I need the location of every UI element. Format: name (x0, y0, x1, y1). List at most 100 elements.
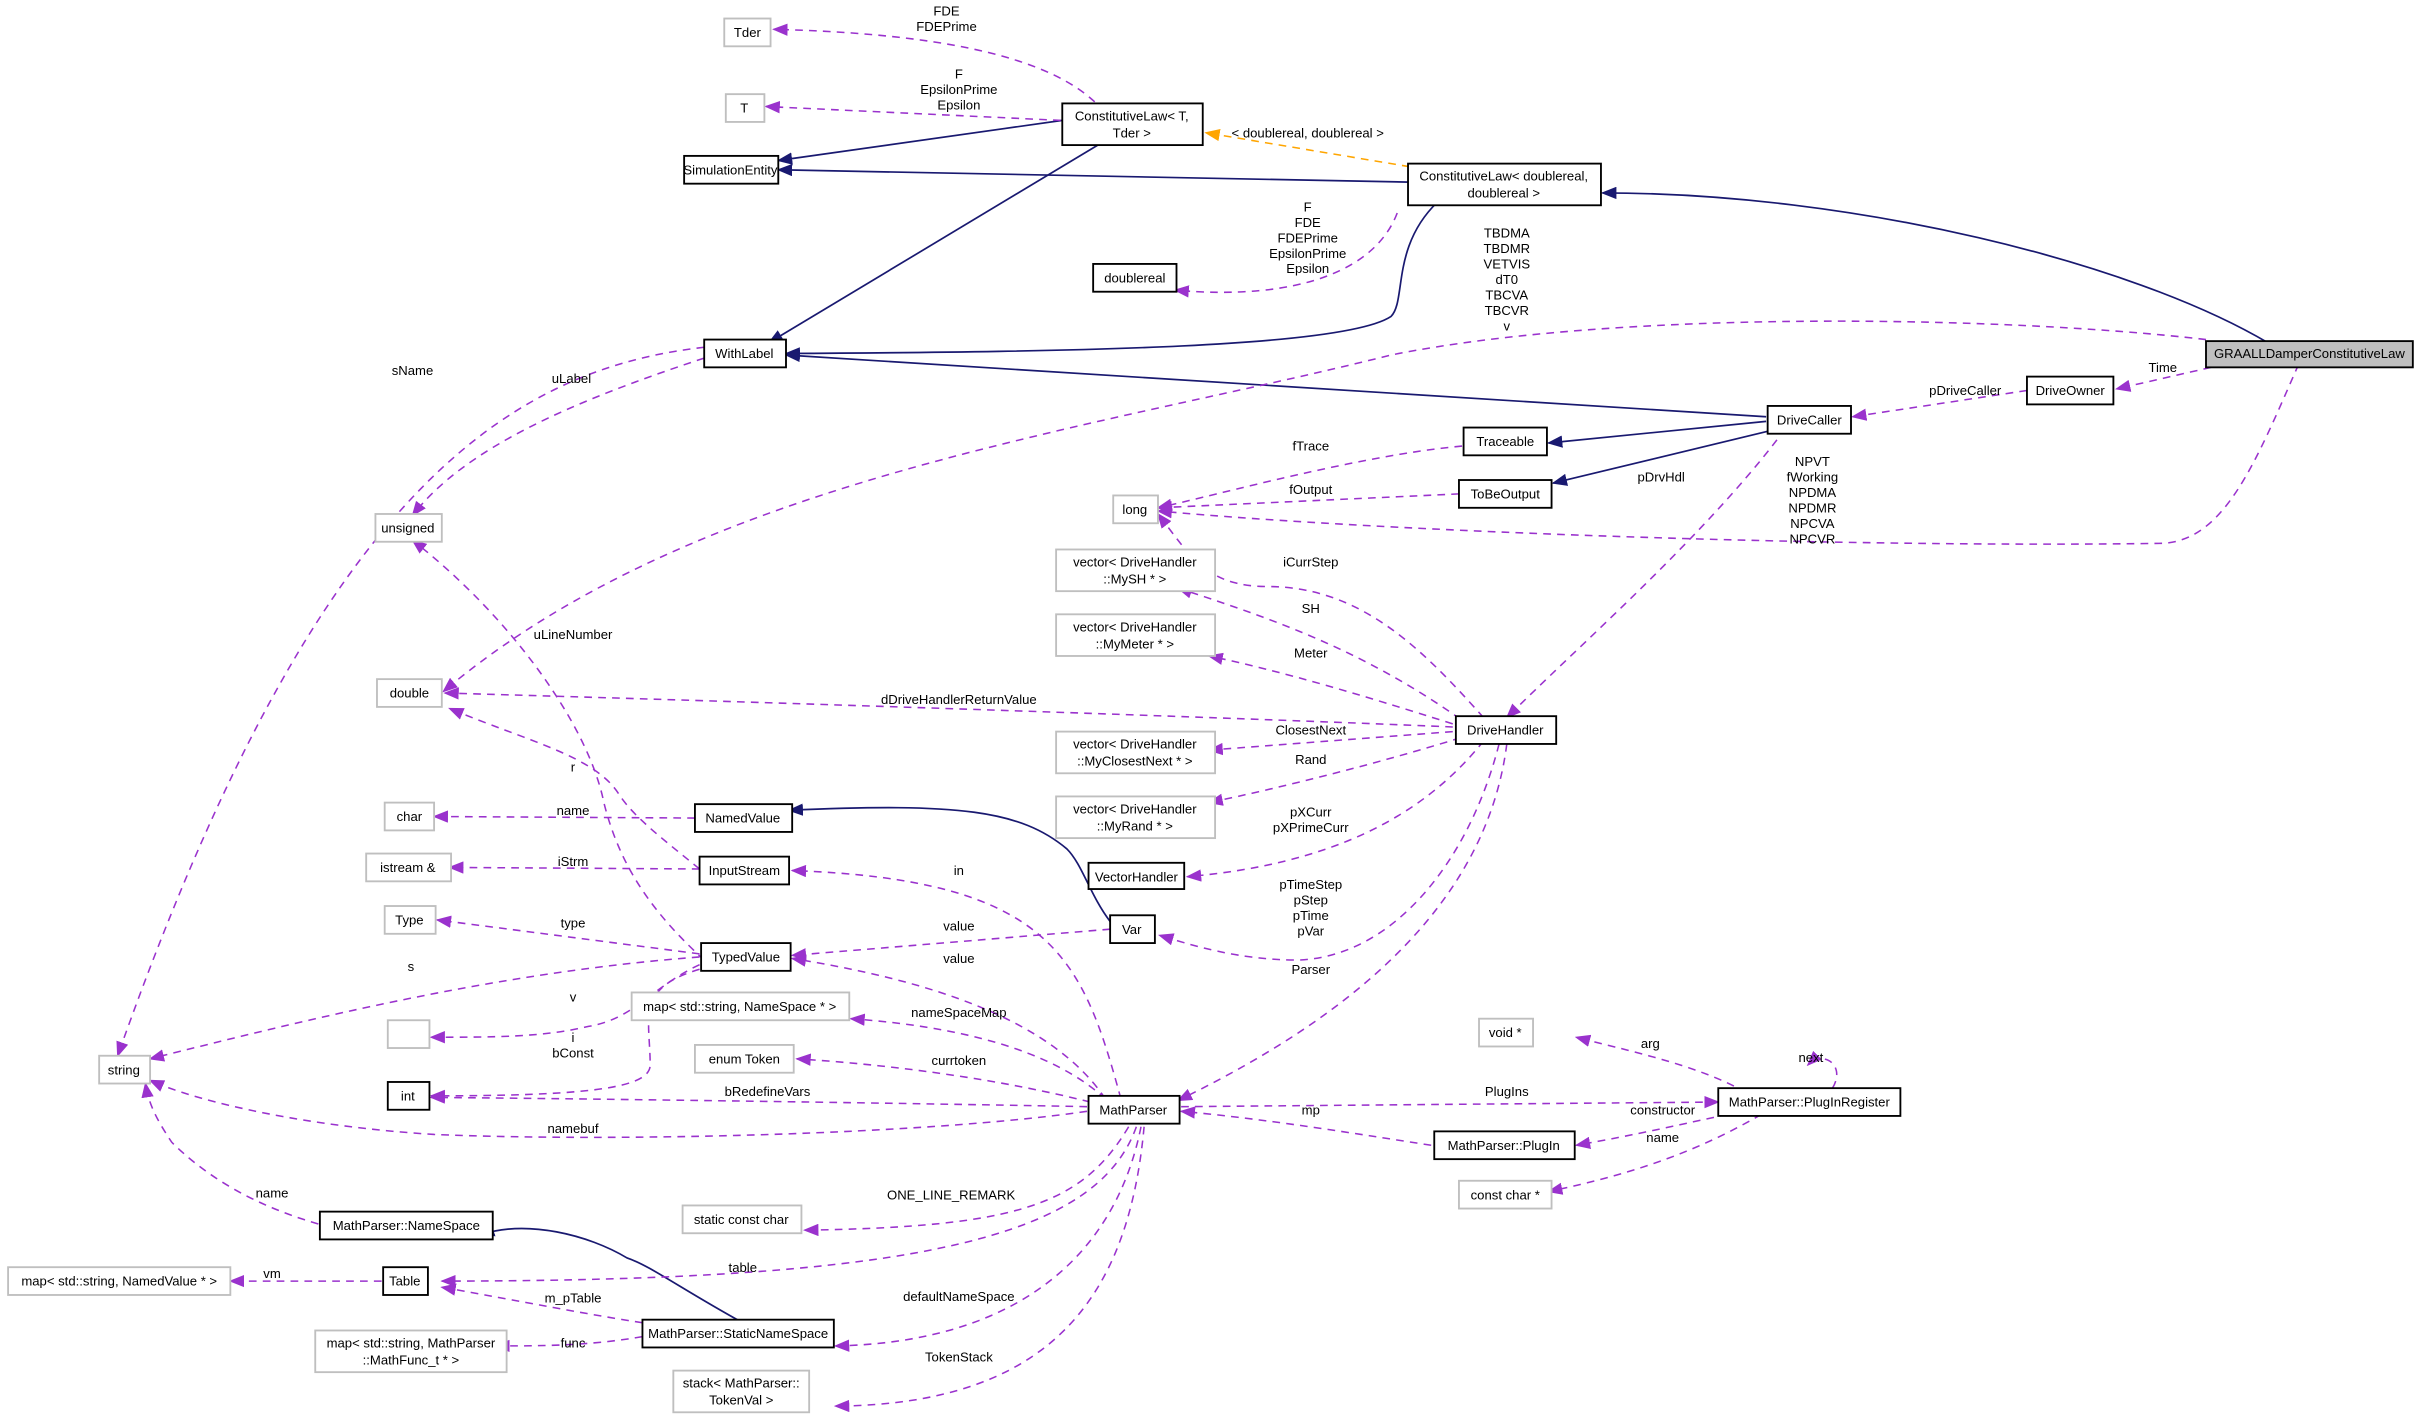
label-rand: Rand (1295, 752, 1326, 767)
node-drive-owner[interactable]: DriveOwner (2026, 375, 2115, 406)
node-string[interactable]: string (98, 1054, 152, 1085)
label-graall-long-2: fWorking (1787, 470, 1838, 485)
node-vector-myclosestnext[interactable]: vector< DriveHandler::MyClosestNext * > (1055, 730, 1217, 775)
node-istream[interactable]: istream & (365, 852, 452, 883)
label-name-namespace: name (256, 1186, 289, 1201)
node-with-label[interactable]: WithLabel (703, 338, 787, 369)
label-tokenstack: TokenStack (925, 1349, 993, 1364)
node-drive-handler[interactable]: DriveHandler (1454, 715, 1558, 745)
node-typed-value[interactable]: TypedValue (700, 942, 792, 972)
label-bredefinevars: bRedefineVars (725, 1084, 811, 1099)
label-plugins: PlugIns (1485, 1084, 1529, 1099)
edge-use-name-cc (1546, 1113, 1762, 1195)
node-var[interactable]: Var (1109, 914, 1156, 944)
label-ptimestep-1: pTimeStep (1279, 877, 1342, 892)
edge-use-mptable (440, 1283, 643, 1324)
label-table: table (729, 1260, 757, 1275)
node-char[interactable]: char (383, 801, 436, 832)
node-to-be-output[interactable]: ToBeOutput (1458, 479, 1553, 509)
node-named-value[interactable]: NamedValue (694, 803, 794, 833)
svg-text:TypedValue: TypedValue (712, 950, 780, 965)
node-void-ptr[interactable]: void * (1478, 1017, 1534, 1048)
label-graall-double-4: dT0 (1496, 272, 1519, 287)
edge-use-value-mp (790, 954, 1107, 1100)
svg-text:map< std::string, MathParser: map< std::string, MathParser (327, 1335, 496, 1350)
node-map-mathfunc[interactable]: map< std::string, MathParser::MathFunc_t… (314, 1329, 508, 1374)
node-plugin-register[interactable]: MathParser::PlugInRegister (1717, 1087, 1902, 1117)
node-vector-handler[interactable]: VectorHandler (1087, 861, 1186, 890)
label-graall-long-5: NPCVA (1790, 516, 1834, 531)
label-istrm: iStrm (558, 854, 589, 869)
edge-inherit-cldd-simentity (776, 163, 1410, 183)
label-graall-long-4: NPDMR (1788, 500, 1836, 515)
label-value-mp: value (943, 951, 974, 966)
edge-inherit-graall-cldd (1600, 186, 2269, 344)
label-graall-double-2: TBDMR (1483, 241, 1530, 256)
svg-text:vector< DriveHandler: vector< DriveHandler (1073, 619, 1197, 634)
node-anonymous[interactable] (386, 1019, 431, 1049)
svg-text:GRAALLDamperConstitutiveLaw: GRAALLDamperConstitutiveLaw (2214, 346, 2405, 361)
node-drive-caller[interactable]: DriveCaller (1766, 405, 1852, 435)
label-constructor: constructor (1630, 1102, 1695, 1117)
label-graall-double-3: VETVIS (1483, 257, 1530, 272)
node-math-parser[interactable]: MathParser (1087, 1094, 1181, 1125)
node-static-const-char[interactable]: static const char (681, 1204, 803, 1235)
label-doublereal-1: F (1304, 199, 1312, 214)
node-traceable[interactable]: Traceable (1462, 426, 1548, 457)
node-constitutive-law-t-tder[interactable]: ConstitutiveLaw< T, Tder > (1061, 102, 1204, 147)
edge-use-graall-long (1156, 363, 2300, 545)
svg-text:InputStream: InputStream (709, 863, 780, 878)
label-r: r (571, 760, 576, 775)
node-unsigned[interactable]: unsigned (374, 513, 443, 543)
node-map-namespace[interactable]: map< std::string, NameSpace * > (630, 991, 851, 1022)
label-graall-double-6: TBCVR (1485, 303, 1529, 318)
svg-text:vector< DriveHandler: vector< DriveHandler (1073, 554, 1197, 569)
edge-use-table (440, 1126, 1138, 1288)
label-pxcurr-1: pXCurr (1290, 805, 1332, 820)
node-graall-damper-constitutive-law[interactable]: GRAALLDamperConstitutiveLaw (2205, 340, 2414, 369)
svg-text:::MathFunc_t * >: ::MathFunc_t * > (363, 1352, 460, 1367)
node-enum-token[interactable]: enum Token (694, 1044, 795, 1074)
node-type[interactable]: Type (383, 905, 437, 935)
node-doublereal[interactable]: doublereal (1092, 263, 1178, 293)
svg-text:Table: Table (389, 1274, 420, 1289)
node-long[interactable]: long (1112, 494, 1159, 525)
label-graall-double-7: v (1504, 318, 1511, 333)
label-t-3: Epsilon (937, 98, 980, 113)
node-vector-mysh[interactable]: vector< DriveHandler::MySH * > (1055, 548, 1217, 593)
node-vector-myrand[interactable]: vector< DriveHandler::MyRand * > (1055, 795, 1217, 840)
label-pxcurr-2: pXPrimeCurr (1273, 820, 1349, 835)
label-mp: mp (1302, 1102, 1320, 1117)
node-int[interactable]: int (386, 1081, 431, 1111)
label-onelineremark: ONE_LINE_REMARK (887, 1187, 1015, 1202)
node-t[interactable]: T (724, 93, 766, 123)
node-constitutive-law-doublereal[interactable]: ConstitutiveLaw< doublereal, doublereal > (1407, 162, 1602, 207)
svg-text:::MyClosestNext * >: ::MyClosestNext * > (1077, 754, 1193, 769)
svg-text:static const char: static const char (694, 1212, 789, 1227)
label-ptimestep-4: pVar (1297, 923, 1324, 938)
node-map-namedvalue[interactable]: map< std::string, NamedValue * > (7, 1266, 232, 1296)
label-graall-long-1: NPVT (1795, 454, 1830, 469)
edge-labels: FDE FDEPrime F EpsilonPrime Epsilon < do… (256, 3, 2177, 1364)
node-input-stream[interactable]: InputStream (698, 855, 791, 886)
node-namespace[interactable]: MathParser::NameSpace (318, 1210, 494, 1241)
nodes: Tder T SimulationEntity ConstitutiveLaw<… (7, 17, 2414, 1414)
node-table[interactable]: Table (382, 1266, 429, 1296)
label-func: func (561, 1335, 586, 1350)
label-t: F (955, 67, 963, 82)
label-s: s (408, 959, 415, 974)
node-vector-mymeter[interactable]: vector< DriveHandler::MyMeter * > (1055, 613, 1217, 657)
svg-text:Type: Type (395, 913, 423, 928)
label-namespacemap: nameSpaceMap (911, 1005, 1006, 1020)
label-foutput: fOutput (1289, 482, 1332, 497)
node-simulation-entity[interactable]: SimulationEntity (683, 154, 780, 185)
svg-text:map< std::string, NamedValue *: map< std::string, NamedValue * > (21, 1274, 217, 1289)
node-stack-tokenval[interactable]: stack< MathParser::TokenVal > (672, 1369, 811, 1414)
node-static-namespace[interactable]: MathParser::StaticNameSpace (641, 1318, 835, 1349)
svg-text:stack< MathParser::: stack< MathParser:: (683, 1376, 800, 1391)
edge-use-onelineremark (802, 1126, 1130, 1237)
node-const-char-ptr[interactable]: const char * (1458, 1179, 1553, 1210)
node-tder[interactable]: Tder (723, 17, 772, 48)
node-double[interactable]: double (376, 678, 443, 708)
node-plugin[interactable]: MathParser::PlugIn (1433, 1130, 1576, 1161)
